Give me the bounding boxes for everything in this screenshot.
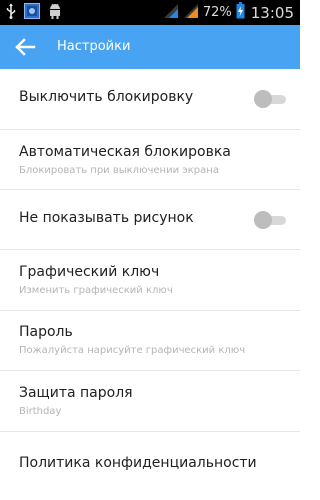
system-icons: 72% 13:05 xyxy=(163,2,294,23)
setting-title: Автоматическая блокировка xyxy=(19,144,231,160)
clock: 13:05 xyxy=(250,3,294,22)
screenshot-icon xyxy=(24,2,40,23)
signal-2-icon xyxy=(183,3,199,22)
battery-percent: 72% xyxy=(202,5,232,20)
setting-subtitle: Birthday xyxy=(19,406,62,417)
setting-subtitle: Блокировать при выключении экрана xyxy=(19,165,219,176)
back-button[interactable] xyxy=(14,37,36,57)
arrow-left-icon xyxy=(14,38,36,61)
setting-subtitle: Пожалуйста нарисуйте графический ключ xyxy=(19,345,246,356)
signal-1-icon xyxy=(163,3,179,22)
page-title: Настройки xyxy=(57,39,131,54)
battery-charging-icon xyxy=(236,2,245,23)
setting-password-protection[interactable]: Защита пароля Birthday xyxy=(0,371,300,432)
setting-privacy-policy[interactable]: Политика конфиденциальности xyxy=(0,432,300,494)
setting-hide-pattern[interactable]: Не показывать рисунок xyxy=(0,190,300,250)
setting-disable-lock[interactable]: Выключить блокировку xyxy=(0,69,300,130)
hide-pattern-toggle[interactable] xyxy=(252,211,288,229)
setting-title: Выключить блокировку xyxy=(19,89,194,105)
setting-pattern-key[interactable]: Графический ключ Изменить графический кл… xyxy=(0,250,300,311)
notification-icons xyxy=(6,2,62,23)
setting-subtitle: Изменить графический ключ xyxy=(19,285,173,296)
app-bar: Настройки xyxy=(0,25,300,69)
setting-auto-lock[interactable]: Автоматическая блокировка Блокировать пр… xyxy=(0,130,300,190)
usb-icon xyxy=(6,3,16,23)
setting-title: Пароль xyxy=(19,324,73,340)
settings-list: Выключить блокировку Автоматическая блок… xyxy=(0,69,300,494)
setting-title: Графический ключ xyxy=(19,264,160,280)
setting-title: Политика конфиденциальности xyxy=(19,455,257,471)
status-bar: 72% 13:05 xyxy=(0,0,300,25)
android-debug-icon xyxy=(48,3,62,23)
setting-title: Защита пароля xyxy=(19,385,133,401)
disable-lock-toggle[interactable] xyxy=(252,90,288,108)
setting-title: Не показывать рисунок xyxy=(19,210,194,226)
setting-password[interactable]: Пароль Пожалуйста нарисуйте графический … xyxy=(0,311,300,371)
